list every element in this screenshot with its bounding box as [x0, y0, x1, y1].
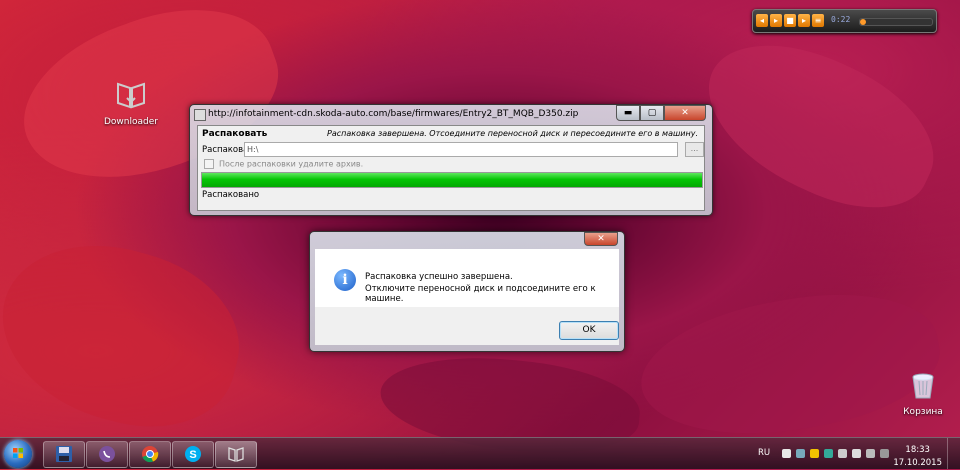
header-status-text: Распаковка завершена. Отсоедините перено… — [327, 129, 698, 138]
message-dialog: ✕ i Распаковка успешно завершена. Отключ… — [309, 231, 625, 352]
gadget-menu-button[interactable]: ≡ — [812, 14, 824, 27]
gadget-prev-button[interactable]: ◂ — [756, 14, 768, 27]
tray-app-icon[interactable] — [810, 449, 819, 458]
show-desktop-button[interactable] — [947, 438, 960, 469]
browse-button[interactable]: ... — [685, 142, 704, 157]
taskbar-skype[interactable]: S — [172, 441, 214, 468]
tray-battery-icon[interactable] — [866, 449, 875, 458]
clock[interactable]: 18:33 17.10.2015 — [893, 444, 942, 470]
gadget-next-button[interactable]: ▸ — [798, 14, 810, 27]
dialog-message-line1: Распаковка успешно завершена. — [365, 272, 513, 282]
taskbar-downloader[interactable] — [215, 441, 257, 468]
viber-icon — [99, 446, 115, 462]
dialog-close-button[interactable]: ✕ — [584, 232, 618, 246]
gadget-stop-button[interactable]: ■ — [784, 14, 796, 27]
dialog-body: i Распаковка успешно завершена. Отключит… — [315, 249, 619, 307]
recycle-bin-label: Корзина — [903, 407, 943, 417]
taskbar: S RU 18:33 17.10.2015 — [0, 437, 960, 469]
info-icon: i — [334, 269, 356, 291]
tray-security-icon[interactable] — [824, 449, 833, 458]
extract-path-input[interactable]: H:\ — [244, 142, 678, 157]
tray-signal-icon[interactable] — [838, 449, 847, 458]
clock-time: 18:33 — [905, 445, 930, 455]
downloader-desktop-icon[interactable]: Downloader — [96, 80, 166, 127]
dialog-message-line2: Отключите переносной диск и подсоедините… — [365, 284, 596, 304]
caption-buttons: ▬ ▢ ✕ — [616, 105, 706, 121]
book-icon — [117, 82, 145, 109]
extract-progress-bar — [201, 172, 703, 188]
delete-archive-option[interactable]: После распаковки удалите архив. — [204, 159, 363, 169]
delete-archive-checkbox[interactable] — [204, 159, 214, 169]
taskbar-save-app[interactable] — [43, 441, 85, 468]
chrome-icon — [142, 446, 159, 463]
skype-icon: S — [185, 446, 201, 462]
maximize-button[interactable]: ▢ — [640, 105, 664, 121]
window-body: Распаковать Распаковка завершена. Отсоед… — [197, 125, 705, 211]
recycle-bin-desktop-icon[interactable]: Корзина — [888, 372, 958, 417]
minimize-button[interactable]: ▬ — [616, 105, 640, 121]
book-icon — [228, 447, 244, 462]
delete-archive-label: После распаковки удалите архив. — [219, 159, 364, 169]
app-icon — [194, 109, 206, 121]
start-button[interactable] — [4, 440, 32, 468]
close-button[interactable]: ✕ — [664, 105, 706, 121]
status-text: Распаковано — [202, 190, 260, 200]
downloader-label: Downloader — [104, 117, 158, 127]
taskbar-viber[interactable] — [86, 441, 128, 468]
media-player-gadget: ◂ ▸ ■ ▸ ≡ 0:22 — [752, 9, 937, 33]
system-tray: RU 18:33 17.10.2015 — [748, 438, 960, 469]
clock-date: 17.10.2015 — [893, 458, 942, 468]
extractor-window: http://infotainment-cdn.skoda-auto.com/b… — [189, 104, 713, 216]
ok-button[interactable]: OK — [559, 321, 619, 340]
gadget-time: 0:22 — [831, 15, 851, 24]
recycle-bin-icon — [912, 373, 934, 399]
gadget-play-button[interactable]: ▸ — [770, 14, 782, 27]
tray-volume-icon[interactable] — [852, 449, 861, 458]
floppy-disk-icon — [56, 446, 72, 462]
svg-text:S: S — [189, 449, 196, 461]
language-indicator[interactable]: RU — [758, 448, 770, 458]
gadget-seek-fill — [860, 19, 866, 25]
gadget-seek-bar[interactable] — [859, 18, 933, 26]
tray-flag-icon[interactable] — [782, 449, 791, 458]
window-title: http://infotainment-cdn.skoda-auto.com/b… — [208, 109, 579, 119]
tray-network-icon[interactable] — [796, 449, 805, 458]
extract-progress-fill — [202, 173, 702, 187]
windows-logo-icon — [13, 448, 23, 458]
section-heading: Распаковать — [202, 129, 268, 139]
dialog-footer: OK — [315, 307, 619, 345]
taskbar-chrome[interactable] — [129, 441, 171, 468]
tray-show-hidden-icon[interactable] — [880, 449, 889, 458]
